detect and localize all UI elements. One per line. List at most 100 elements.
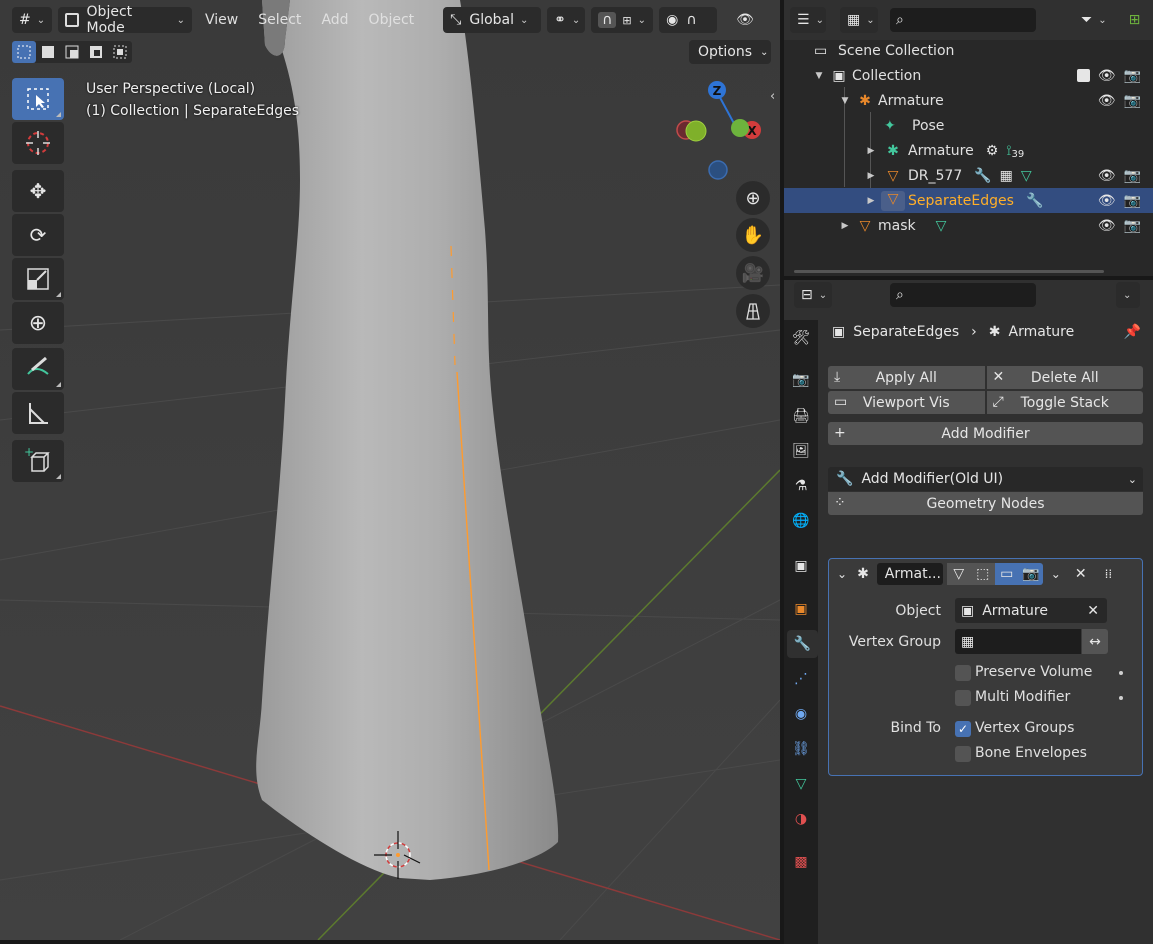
tab-constraints[interactable]: ⛓ xyxy=(787,735,815,763)
eye-icon[interactable]: 👁 xyxy=(1098,168,1116,184)
outliner-row-collection[interactable]: ▼ ▣ Collection 👁 📷 xyxy=(784,63,1153,88)
tab-view-layer[interactable]: 🖼 xyxy=(787,437,815,465)
tab-material[interactable]: ◑ xyxy=(787,805,815,833)
multi-modifier-checkbox[interactable] xyxy=(955,690,971,706)
tab-texture[interactable]: ▩ xyxy=(787,848,815,876)
outliner-search-input[interactable]: ⌕ xyxy=(890,8,1036,32)
filter-dropdown[interactable]: ⏷ ⌄ xyxy=(1074,7,1114,33)
viewport-vis-button[interactable]: ▭ Viewport Vis xyxy=(828,391,985,414)
tab-world[interactable]: 🌐 xyxy=(787,507,815,535)
select-intersect-icon[interactable] xyxy=(108,41,132,63)
delete-all-button[interactable]: ✕ Delete All xyxy=(986,366,1143,389)
keyframe-dot-icon[interactable] xyxy=(1119,696,1123,700)
add-modifier-old-ui-dropdown[interactable]: 🔧 Add Modifier(Old UI) ⌄ xyxy=(828,467,1143,491)
camera-view-button[interactable]: 🎥 xyxy=(736,256,770,290)
scale-tool[interactable] xyxy=(12,258,64,300)
viewport-scene[interactable]: Z X ‹ xyxy=(0,0,780,940)
outliner-row-separate-edges[interactable]: ▶ ▽ SeparateEdges 🔧 👁 📷 xyxy=(784,188,1153,213)
menu-object[interactable]: Object xyxy=(362,12,422,28)
tab-scene[interactable]: ⚗ xyxy=(787,472,815,500)
outliner-editor-type[interactable]: ☰ ⌄ xyxy=(790,7,826,33)
edit-mode-toggle[interactable]: ▽ xyxy=(946,563,971,585)
add-modifier-button[interactable]: + Add Modifier xyxy=(828,422,1143,445)
camera-render-icon[interactable]: 📷 xyxy=(1124,168,1141,184)
modifier-name-field[interactable]: Armat... xyxy=(876,563,943,585)
exclude-checkbox[interactable] xyxy=(1076,69,1090,82)
camera-render-icon[interactable]: 📷 xyxy=(1124,218,1141,234)
keyframe-dot-icon[interactable] xyxy=(1119,671,1123,675)
tab-object[interactable]: ▣ xyxy=(787,595,815,623)
annotate-tool[interactable] xyxy=(12,348,64,390)
chevron-down-icon[interactable]: ▼ xyxy=(838,96,852,106)
perspective-toggle-button[interactable] xyxy=(736,294,770,328)
snapping-toggle[interactable]: ∩ ⊞ ⌄ xyxy=(591,7,654,33)
add-cube-tool[interactable]: + xyxy=(12,440,64,482)
pan-button[interactable]: ✋ xyxy=(736,218,770,252)
tab-modifiers[interactable]: 🔧 xyxy=(787,630,818,658)
camera-render-icon[interactable]: 📷 xyxy=(1124,68,1141,84)
outliner-scrollbar[interactable] xyxy=(794,270,1104,273)
chevron-down-icon[interactable]: ▼ xyxy=(812,71,826,81)
rotate-tool[interactable]: ⟳ xyxy=(12,214,64,256)
preserve-volume-checkbox[interactable] xyxy=(955,665,971,681)
outliner-row-armature[interactable]: ▼ ✱ Armature 👁 📷 xyxy=(784,88,1153,113)
properties-editor-type[interactable]: ⊟ ⌄ xyxy=(794,282,832,308)
clear-icon[interactable]: ✕ xyxy=(1087,603,1099,619)
remove-modifier-icon[interactable]: ✕ xyxy=(1075,566,1087,582)
apply-all-button[interactable]: ⤓ Apply All xyxy=(828,366,985,389)
display-mode-dropdown[interactable]: ▦ ⌄ xyxy=(840,7,878,33)
chevron-right-icon[interactable]: ▶ xyxy=(864,196,878,206)
bone-envelopes-checkbox[interactable] xyxy=(955,746,971,762)
chevron-right-icon[interactable]: ▶ xyxy=(838,221,852,231)
visibility-dropdown[interactable]: 👁 xyxy=(729,7,759,33)
measure-tool[interactable] xyxy=(12,392,64,434)
eye-icon[interactable]: 👁 xyxy=(1098,68,1116,84)
outliner-row-pose[interactable]: ✦ Pose xyxy=(784,113,1153,138)
chevron-right-icon[interactable]: ▶ xyxy=(864,171,878,181)
eye-icon[interactable]: 👁 xyxy=(1098,193,1116,209)
eye-icon[interactable]: 👁 xyxy=(1098,218,1116,234)
proportional-editing-toggle[interactable]: ◉ ∩ xyxy=(659,7,718,33)
realtime-toggle[interactable]: ▭ xyxy=(994,563,1019,585)
select-new-icon[interactable] xyxy=(12,41,36,63)
select-extend-icon[interactable] xyxy=(36,41,60,63)
select-box-tool[interactable] xyxy=(12,78,64,120)
outliner-row-mask[interactable]: ▶ ▽ mask ▽ 👁 📷 xyxy=(784,213,1153,238)
toggle-stack-button[interactable]: ⤢ Toggle Stack xyxy=(986,391,1143,414)
transform-tool[interactable]: ⊕ xyxy=(12,302,64,344)
3d-viewport[interactable]: Z X ‹ # ⌄ Object Mode ⌄ View Select Add O… xyxy=(0,0,780,940)
tab-render[interactable]: 📷 xyxy=(787,366,815,394)
geometry-nodes-button[interactable]: ⁘ Geometry Nodes xyxy=(828,492,1143,515)
object-field[interactable]: ▣ Armature ✕ xyxy=(955,598,1107,623)
options-dropdown[interactable]: Options ⌄ xyxy=(689,40,771,64)
move-tool[interactable]: ✥ xyxy=(12,170,64,212)
mode-dropdown[interactable]: Object Mode ⌄ xyxy=(58,4,192,36)
select-invert-icon[interactable] xyxy=(84,41,108,63)
chevron-right-icon[interactable]: ▶ xyxy=(864,146,878,156)
invert-vertex-group-button[interactable]: ↔ xyxy=(1082,629,1108,654)
camera-render-icon[interactable]: 📷 xyxy=(1124,93,1141,109)
properties-options-dropdown[interactable]: ⌄ xyxy=(1116,282,1140,308)
menu-view[interactable]: View xyxy=(198,12,245,28)
drag-handle-icon[interactable]: ⁞⁞ xyxy=(1105,567,1113,581)
properties-search-input[interactable]: ⌕ xyxy=(890,283,1036,307)
outliner-row-scene-collection[interactable]: ▭ Scene Collection xyxy=(784,38,1153,63)
editor-type-button[interactable]: # ⌄ xyxy=(12,7,52,33)
camera-render-icon[interactable]: 📷 xyxy=(1124,193,1141,209)
select-subtract-icon[interactable] xyxy=(60,41,84,63)
tab-particles[interactable]: ⋰ xyxy=(787,665,815,693)
collapse-chevron-icon[interactable]: ⌄ xyxy=(837,567,847,581)
vertex-group-field[interactable]: ▦ xyxy=(955,629,1081,654)
new-collection-button[interactable]: ⊞ xyxy=(1122,7,1148,33)
tab-tool[interactable]: 🛠 xyxy=(787,324,815,352)
pivot-point-dropdown[interactable]: ⚭ ⌄ xyxy=(547,7,586,33)
outliner-row-armature-data[interactable]: ▶ ✱ Armature ⚙ ⟟ 39 xyxy=(784,138,1153,163)
outliner-row-dr577[interactable]: ▶ ▽ DR_577 🔧 ▦ ▽ 👁 📷 xyxy=(784,163,1153,188)
transform-orientation-dropdown[interactable]: ⤡ Global ⌄ xyxy=(443,7,542,33)
render-toggle[interactable]: 📷 xyxy=(1018,563,1043,585)
menu-select[interactable]: Select xyxy=(251,12,308,28)
tab-physics[interactable]: ◉ xyxy=(787,700,815,728)
tab-output[interactable]: 🖨 xyxy=(787,402,815,430)
vertex-groups-checkbox[interactable]: ✓ xyxy=(955,721,971,737)
zoom-button[interactable]: ⊕ xyxy=(736,181,770,215)
